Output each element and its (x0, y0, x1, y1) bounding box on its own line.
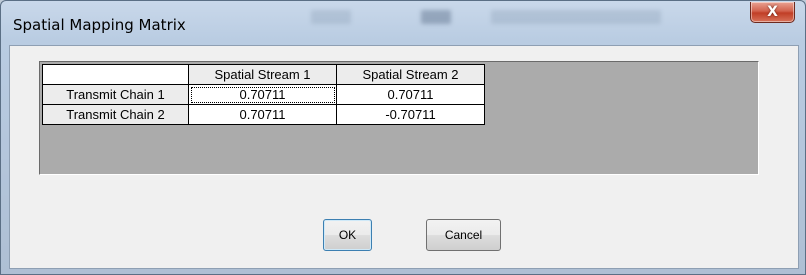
background-ghost (311, 10, 351, 24)
matrix-cell-r2-c1[interactable]: 0.70711 (188, 104, 337, 125)
table-row: Transmit Chain 1 0.70711 0.70711 (42, 84, 485, 105)
ok-button[interactable]: OK (323, 219, 372, 251)
cancel-button[interactable]: Cancel (426, 219, 501, 251)
matrix-cell-r1-c2[interactable]: 0.70711 (336, 84, 485, 105)
table-corner-cell (42, 64, 189, 85)
column-header-stream-1: Spatial Stream 1 (188, 64, 337, 85)
spatial-mapping-table: Spatial Stream 1 Spatial Stream 2 Transm… (42, 64, 485, 125)
table-header-row: Spatial Stream 1 Spatial Stream 2 (42, 64, 485, 85)
dialog-client-area: Spatial Stream 1 Spatial Stream 2 Transm… (9, 45, 799, 269)
column-header-stream-2: Spatial Stream 2 (336, 64, 485, 85)
close-icon: X (767, 4, 778, 20)
window-title: Spatial Mapping Matrix (13, 16, 186, 34)
row-header-chain-1: Transmit Chain 1 (42, 84, 189, 105)
dialog-window: Spatial Mapping Matrix X Spatial Stream … (0, 0, 806, 275)
matrix-cell-r2-c2[interactable]: -0.70711 (336, 104, 485, 125)
background-ghost (421, 10, 451, 24)
close-button[interactable]: X (750, 2, 795, 23)
matrix-grid: Spatial Stream 1 Spatial Stream 2 Transm… (39, 61, 759, 175)
table-row: Transmit Chain 2 0.70711 -0.70711 (42, 104, 485, 125)
matrix-cell-r1-c1[interactable]: 0.70711 (188, 84, 337, 105)
row-header-chain-2: Transmit Chain 2 (42, 104, 189, 125)
background-ghost (491, 10, 661, 24)
